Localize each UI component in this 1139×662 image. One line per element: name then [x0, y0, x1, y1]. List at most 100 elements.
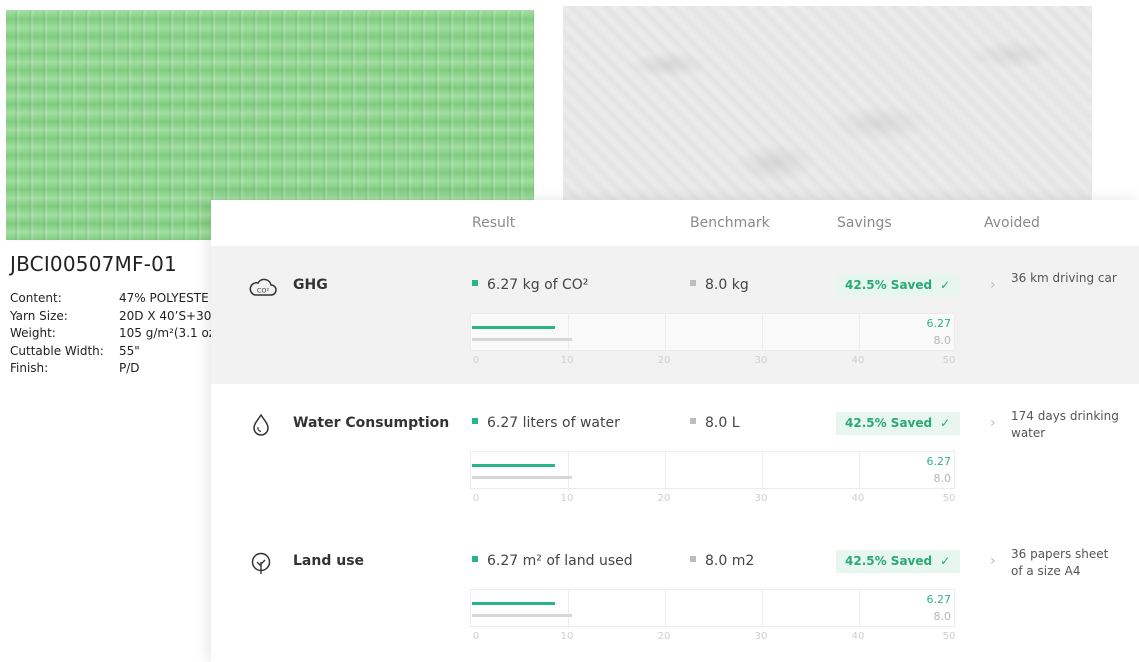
- table-header: Result Benchmark Savings Avoided: [211, 200, 1139, 244]
- spec-label: Finish:: [10, 361, 49, 375]
- result-text: 6.27 m² of land used: [487, 553, 633, 569]
- chart-tick-label: 20: [657, 631, 671, 642]
- spec-label: Cuttable Width:: [10, 343, 104, 358]
- chart-gridline: [859, 590, 860, 628]
- chart-tick-label: 30: [754, 493, 768, 504]
- chart-tick-label: 20: [657, 493, 671, 504]
- chevron-right-icon[interactable]: ›: [990, 415, 996, 431]
- benchmark-data-label: 8.0: [933, 610, 952, 623]
- result-legend-marker: [472, 418, 478, 424]
- savings-text: 42.5% Saved: [845, 278, 933, 292]
- comparison-chart: 6.27 8.0 0 10 20 30 40 50: [470, 313, 955, 371]
- column-header-result: Result: [472, 215, 516, 231]
- spec-row-yarn-size: Yarn Size: 20D X 40’S+30’S: [10, 308, 223, 326]
- benchmark-legend-marker: [690, 556, 696, 562]
- result-value: 6.27 kg of CO²: [472, 277, 588, 293]
- metric-row-water: Water Consumption 6.27 liters of water 8…: [211, 384, 1139, 522]
- chart-gridline: [762, 452, 763, 490]
- benchmark-value: 8.0 L: [690, 415, 740, 431]
- avoided-text: 36 papers sheet of a size A4: [1011, 547, 1109, 578]
- fabric-swatch-white-image: [563, 6, 1092, 202]
- check-icon: ✓: [940, 554, 951, 568]
- comparison-chart: 6.27 8.0 0 10 20 30 40 50: [470, 589, 955, 647]
- chart-tick-label: 40: [851, 493, 865, 504]
- water-drop-icon: [248, 413, 274, 437]
- spec-row-finish: Finish: P/D: [10, 360, 223, 378]
- chart-tick-label: 10: [560, 493, 574, 504]
- metric-row-land-use: Land use 6.27 m² of land used 8.0 m2 42.…: [211, 522, 1139, 660]
- result-text: 6.27 liters of water: [487, 415, 620, 431]
- result-legend-marker: [472, 556, 478, 562]
- column-header-benchmark: Benchmark: [690, 215, 770, 231]
- spec-row-weight: Weight: 105 g/m²(3.1 oz: [10, 325, 223, 343]
- column-header-savings: Savings: [837, 215, 892, 231]
- benchmark-text: 8.0 L: [705, 415, 740, 431]
- chart-tick-label: 0: [472, 355, 480, 366]
- comparison-chart: 6.27 8.0 0 10 20 30 40 50: [470, 451, 955, 509]
- spec-label: Yarn Size:: [10, 308, 68, 323]
- product-code: JBCI00507MF-01: [10, 252, 177, 276]
- benchmark-bar: [472, 338, 572, 341]
- result-bar: [472, 464, 555, 467]
- product-specs: Content: 47% POLYESTE Yarn Size: 20D X 4…: [10, 290, 223, 378]
- avoided-text: 174 days drinking water: [1011, 409, 1119, 440]
- chart-tick-label: 0: [472, 493, 480, 504]
- savings-text: 42.5% Saved: [845, 554, 933, 568]
- chart-plot-area: 6.27 8.0: [470, 313, 955, 352]
- spec-value: P/D: [119, 361, 140, 375]
- metric-row-ghg: CO² GHG 6.27 kg of CO² 8.0 kg 42.5% Save…: [211, 246, 1139, 384]
- benchmark-legend-marker: [690, 418, 696, 424]
- metric-name: Water Consumption: [293, 415, 450, 431]
- result-data-label: 6.27: [926, 455, 952, 468]
- spec-value: 47% POLYESTE: [119, 291, 209, 305]
- column-header-avoided: Avoided: [984, 215, 1040, 231]
- benchmark-legend-marker: [690, 280, 696, 286]
- savings-badge: 42.5% Saved ✓: [836, 412, 961, 435]
- result-value: 6.27 m² of land used: [472, 553, 633, 569]
- impact-panel: Result Benchmark Savings Avoided CO² GHG…: [211, 200, 1139, 662]
- chart-tick-label: 10: [560, 631, 574, 642]
- chart-tick-label: 30: [754, 355, 768, 366]
- spec-row-content: Content: 47% POLYESTE: [10, 290, 223, 308]
- check-icon: ✓: [940, 416, 951, 430]
- chart-tick-label: 40: [851, 631, 865, 642]
- benchmark-text: 8.0 m2: [705, 553, 755, 569]
- chart-tick-label: 30: [754, 631, 768, 642]
- chart-gridline: [762, 590, 763, 628]
- chevron-right-icon[interactable]: ›: [990, 553, 996, 569]
- chart-gridline: [859, 452, 860, 490]
- co2-cloud-icon: CO²: [248, 275, 277, 299]
- chart-tick-label: 50: [942, 493, 956, 504]
- benchmark-text: 8.0 kg: [705, 277, 749, 293]
- svg-text:CO²: CO²: [257, 287, 270, 295]
- metric-name: Land use: [293, 553, 365, 569]
- benchmark-data-label: 8.0: [933, 334, 952, 347]
- chart-plot-area: 6.27 8.0: [470, 589, 955, 628]
- result-legend-marker: [472, 280, 478, 286]
- result-bar: [472, 326, 555, 329]
- chart-gridline: [665, 452, 666, 490]
- savings-badge: 42.5% Saved ✓: [836, 550, 961, 573]
- benchmark-data-label: 8.0: [933, 472, 952, 485]
- chart-tick-label: 20: [657, 355, 671, 366]
- tree-icon: [248, 551, 274, 575]
- chart-plot-area: 6.27 8.0: [470, 451, 955, 490]
- chevron-right-icon[interactable]: ›: [990, 277, 996, 293]
- chart-gridline: [859, 314, 860, 352]
- chart-tick-label: 0: [472, 631, 480, 642]
- spec-value: 20D X 40’S+30’S: [119, 308, 223, 323]
- result-bar: [472, 602, 555, 605]
- spec-label: Weight:: [10, 326, 56, 340]
- chart-gridline: [568, 590, 569, 628]
- spec-value: 105 g/m²(3.1 oz: [119, 326, 216, 340]
- spec-label: Content:: [10, 291, 62, 305]
- savings-text: 42.5% Saved: [845, 416, 933, 430]
- check-icon: ✓: [940, 278, 951, 292]
- chart-tick-label: 50: [942, 355, 956, 366]
- chart-gridline: [568, 314, 569, 352]
- result-data-label: 6.27: [926, 317, 952, 330]
- result-value: 6.27 liters of water: [472, 415, 620, 431]
- chart-tick-label: 10: [560, 355, 574, 366]
- benchmark-value: 8.0 m2: [690, 553, 754, 569]
- savings-badge: 42.5% Saved ✓: [836, 274, 961, 297]
